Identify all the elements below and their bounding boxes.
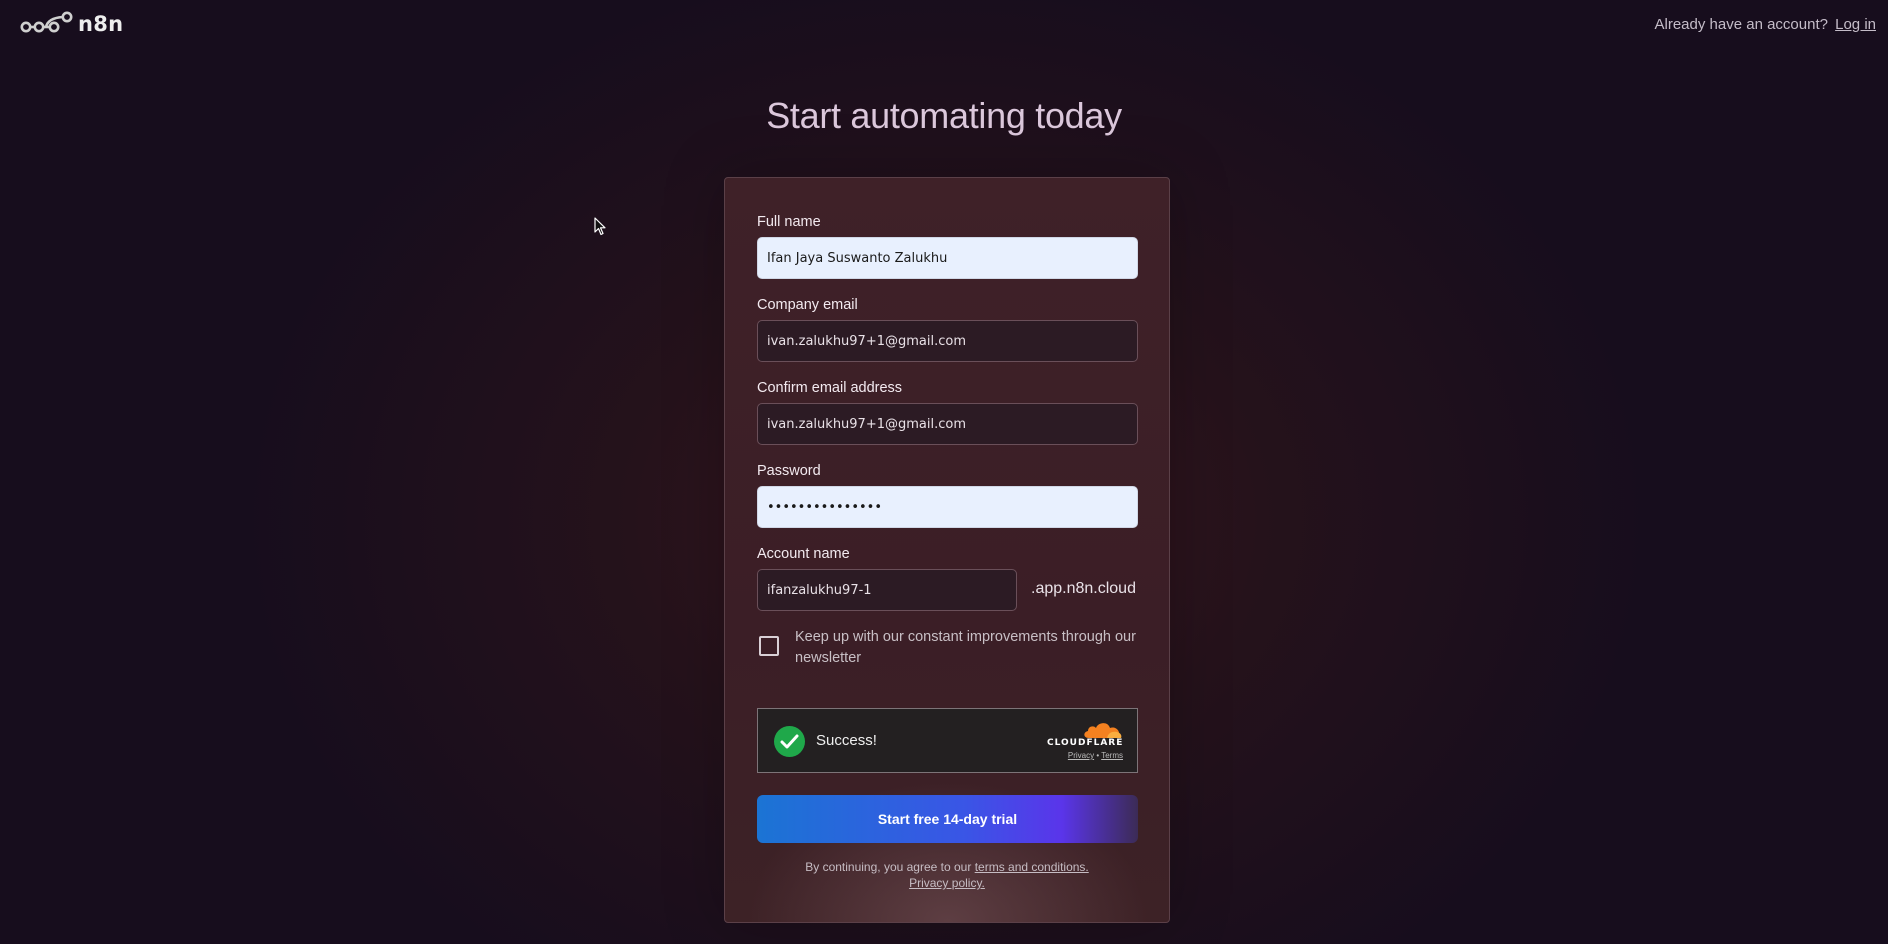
login-link[interactable]: Log in <box>1835 16 1876 33</box>
page-title: Start automating today <box>766 95 1122 136</box>
newsletter-checkbox[interactable] <box>759 636 779 656</box>
terms-text: By continuing, you agree to our <box>805 860 972 874</box>
captcha-status: Success! <box>816 732 877 749</box>
captcha-terms-link[interactable]: Terms <box>1101 751 1123 760</box>
cloudflare-logo: CLOUDFLARE Privacy • Terms <box>1047 721 1123 760</box>
already-account-text: Already have an account? <box>1654 16 1828 33</box>
logo-wordmark: n8n <box>78 12 124 36</box>
account-domain-suffix: .app.n8n.cloud <box>1031 580 1136 597</box>
success-check-icon <box>774 726 805 757</box>
account-name-label: Account name <box>757 546 850 562</box>
cloudflare-captcha-widget[interactable]: Success! CLOUDFLARE Privacy • Terms <box>757 708 1138 773</box>
full-name-label: Full name <box>757 214 821 230</box>
cloudflare-cloud-icon <box>1084 723 1122 738</box>
n8n-nodes-icon <box>20 11 73 33</box>
privacy-policy-link[interactable]: Privacy policy. <box>909 876 985 890</box>
terms-link[interactable]: terms and conditions. <box>975 860 1089 874</box>
account-name-input[interactable] <box>757 569 1017 611</box>
mouse-pointer-icon <box>594 217 606 236</box>
terms-notice: By continuing, you agree to our terms an… <box>725 859 1169 891</box>
start-trial-button[interactable]: Start free 14-day trial <box>757 795 1138 843</box>
full-name-input[interactable] <box>757 237 1138 279</box>
newsletter-label: Keep up with our constant improvements t… <box>795 629 1136 666</box>
password-input[interactable] <box>757 486 1138 528</box>
password-label: Password <box>757 463 821 479</box>
company-email-input[interactable] <box>757 320 1138 362</box>
company-email-label: Company email <box>757 297 858 313</box>
captcha-links-separator: • <box>1096 751 1100 760</box>
cloudflare-wordmark: CLOUDFLARE <box>1047 738 1124 748</box>
captcha-privacy-link[interactable]: Privacy <box>1068 751 1094 760</box>
login-prompt: Already have an account? Log in <box>1655 16 1877 33</box>
top-bar: n8n Already have an account? Log in <box>0 0 1888 50</box>
signup-form-card: Full name Company email Confirm email ad… <box>724 177 1170 923</box>
captcha-links: Privacy • Terms <box>1047 751 1123 760</box>
confirm-email-label: Confirm email address <box>757 380 903 396</box>
n8n-logo[interactable]: n8n <box>20 10 123 38</box>
confirm-email-input[interactable] <box>757 403 1138 445</box>
